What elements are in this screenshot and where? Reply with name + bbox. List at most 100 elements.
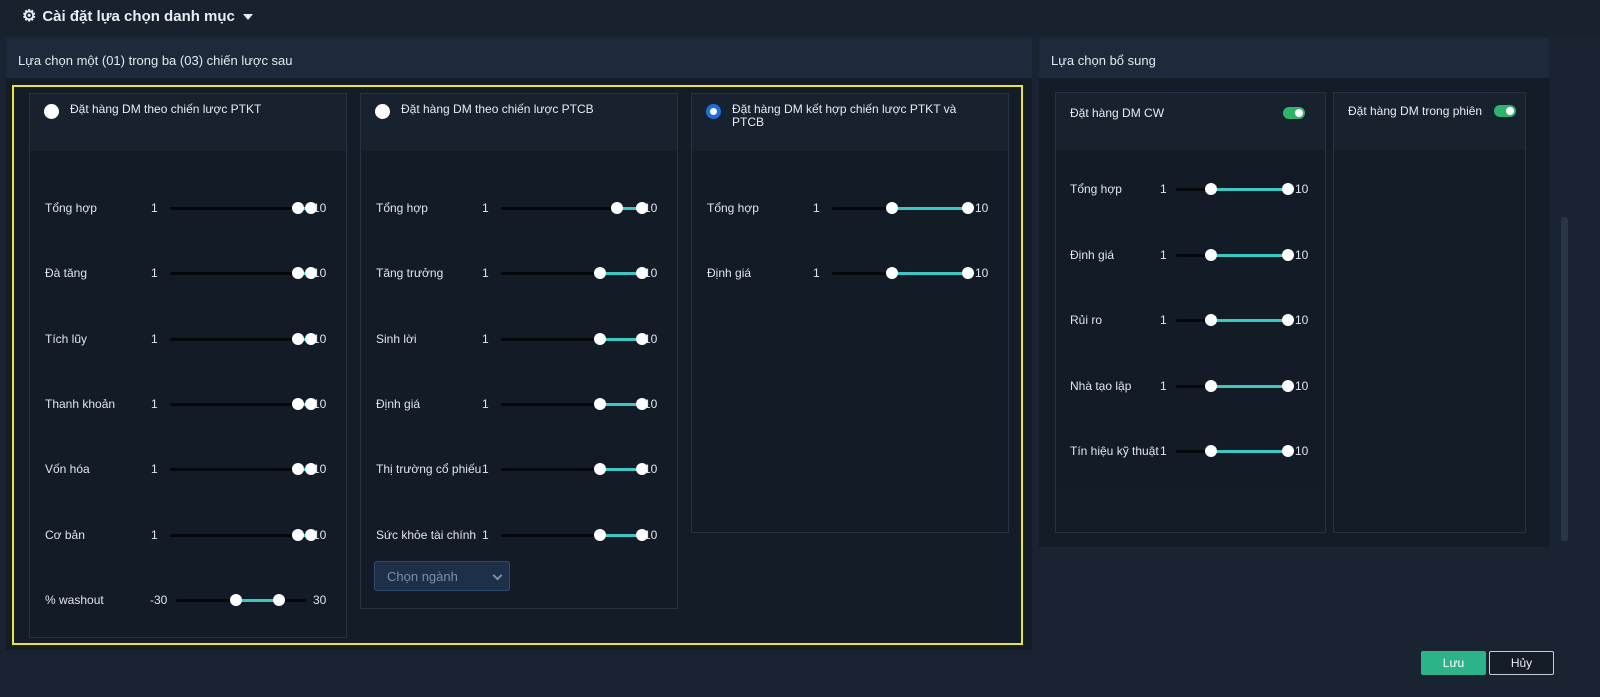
range-slider[interactable] — [170, 463, 317, 476]
slider-min-value: 1 — [813, 266, 820, 281]
slider-label: Thị trường cổ phiếu — [376, 462, 482, 477]
slider-min-handle[interactable] — [291, 202, 304, 214]
slider-min-handle[interactable] — [1204, 248, 1217, 261]
slider-max-handle[interactable] — [962, 267, 974, 280]
slider-min-handle[interactable] — [885, 267, 898, 280]
slider-min-value: 1 — [151, 331, 158, 346]
slider-label: Định giá — [707, 266, 752, 281]
range-slider[interactable] — [1176, 183, 1294, 195]
slider-max-value: 10 — [644, 201, 658, 215]
range-slider[interactable] — [501, 332, 648, 345]
range-slider[interactable] — [501, 267, 648, 280]
slider-fill — [891, 207, 968, 210]
slider-min-handle[interactable] — [594, 463, 606, 476]
slider-max-value: 10 — [1295, 313, 1309, 327]
cancel-button[interactable]: Hủy — [1489, 651, 1554, 675]
slider-max-handle[interactable] — [1282, 379, 1294, 392]
session-card: Đặt hàng DM trong phiên — [1333, 92, 1526, 533]
slider-label: Tăng trưởng — [376, 266, 444, 281]
slider-max-value: 10 — [975, 201, 989, 215]
range-slider[interactable] — [501, 463, 648, 476]
range-slider[interactable] — [170, 332, 317, 345]
slider-min-handle[interactable] — [594, 397, 606, 410]
slider-max-handle[interactable] — [1282, 314, 1294, 326]
slider-row: % washout -30 30 — [30, 590, 348, 610]
range-slider[interactable] — [1176, 314, 1294, 326]
range-slider[interactable] — [1176, 248, 1294, 261]
slider-row: Định giá 1 10 — [692, 263, 1010, 283]
range-slider[interactable] — [501, 528, 648, 541]
slider-row: Định giá 1 10 — [361, 394, 679, 414]
range-slider[interactable] — [501, 202, 648, 214]
range-slider[interactable] — [170, 267, 317, 280]
slider-max-value: 10 — [644, 331, 658, 346]
range-slider[interactable] — [501, 397, 648, 410]
slider-min-handle[interactable] — [1204, 183, 1217, 195]
slider-row: Tăng trưởng 1 10 — [361, 263, 679, 283]
industry-select[interactable]: Chọn ngành — [374, 561, 510, 591]
card-header: Đặt hàng DM theo chiến lược PTCB — [361, 94, 677, 151]
slider-max-value: 10 — [975, 266, 989, 281]
range-slider[interactable] — [1176, 445, 1294, 457]
cw-label: Đặt hàng DM CW — [1070, 106, 1165, 120]
save-button[interactable]: Lưu — [1421, 651, 1486, 675]
range-slider[interactable] — [170, 528, 317, 541]
slider-label: Tổng hợp — [45, 201, 97, 215]
slider-max-handle[interactable] — [1282, 445, 1294, 457]
slider-label: Sức khỏe tài chính — [376, 527, 477, 542]
slider-min-handle[interactable] — [291, 267, 304, 280]
slider-row: Tích lũy 1 10 — [30, 329, 348, 349]
range-slider[interactable] — [1176, 379, 1294, 392]
slider-row: Tổng hợp 1 10 — [1056, 179, 1327, 199]
slider-max-value: 10 — [644, 462, 658, 477]
slider-max-handle[interactable] — [273, 593, 286, 606]
slider-max-handle[interactable] — [1282, 248, 1294, 261]
range-slider[interactable] — [170, 202, 317, 214]
range-slider[interactable] — [832, 202, 974, 214]
slider-label: Tín hiệu kỹ thuật — [1070, 444, 1159, 458]
settings-dropdown[interactable]: ⚙ Cài đặt lựa chọn danh mục — [22, 8, 253, 25]
radio-ptkt[interactable] — [44, 104, 59, 119]
slider-label: % washout — [45, 592, 104, 607]
slider-min-value: 1 — [482, 396, 489, 411]
slider-min-value: 1 — [1160, 247, 1167, 262]
radio-ptcb[interactable] — [375, 104, 390, 119]
slider-label: Đà tăng — [45, 266, 88, 281]
scrollbar[interactable] — [1561, 217, 1568, 541]
cw-card: Đặt hàng DM CW Tổng hợp 1 10 Định giá 1 10 Rủi… — [1055, 92, 1326, 533]
slider-min-handle[interactable] — [291, 332, 304, 345]
range-slider[interactable] — [170, 397, 317, 410]
slider-max-value: 10 — [644, 266, 658, 281]
slider-min-value: 1 — [151, 462, 158, 477]
slider-min-handle[interactable] — [594, 267, 606, 280]
cw-toggle[interactable] — [1283, 107, 1305, 119]
range-slider[interactable] — [176, 593, 306, 606]
slider-min-handle[interactable] — [291, 397, 304, 410]
card-header: Đặt hàng DM CW — [1056, 93, 1325, 150]
slider-min-handle[interactable] — [229, 593, 242, 606]
slider-min-handle[interactable] — [594, 332, 606, 345]
slider-max-value: 10 — [1295, 247, 1309, 262]
slider-max-handle[interactable] — [1282, 183, 1294, 195]
slider-fill — [891, 272, 968, 276]
strategy-highlight-frame: Đặt hàng DM theo chiến lược PTKT Tổng hợ… — [12, 85, 1023, 645]
slider-min-handle[interactable] — [1204, 445, 1217, 457]
slider-row: Tổng hợp 1 10 — [361, 198, 679, 218]
range-slider[interactable] — [832, 267, 974, 280]
session-toggle[interactable] — [1494, 105, 1516, 117]
slider-min-handle[interactable] — [611, 202, 624, 214]
radio-combined[interactable] — [706, 104, 721, 119]
slider-row: Vốn hóa 1 10 — [30, 459, 348, 479]
slider-fill — [1210, 319, 1288, 322]
slider-min-handle[interactable] — [885, 202, 898, 214]
slider-min-handle[interactable] — [594, 528, 606, 541]
slider-min-handle[interactable] — [291, 463, 304, 476]
slider-row: Định giá 1 10 — [1056, 245, 1327, 265]
strategy-label-ptkt: Đặt hàng DM theo chiến lược PTKT — [70, 102, 262, 116]
slider-max-handle[interactable] — [962, 202, 974, 214]
strategy-panel: Lựa chọn một (01) trong ba (03) chiến lư… — [6, 38, 1032, 650]
slider-min-handle[interactable] — [291, 528, 304, 541]
industry-select-label: Chọn ngành — [387, 569, 458, 584]
slider-min-handle[interactable] — [1204, 314, 1217, 326]
slider-min-handle[interactable] — [1204, 379, 1217, 392]
